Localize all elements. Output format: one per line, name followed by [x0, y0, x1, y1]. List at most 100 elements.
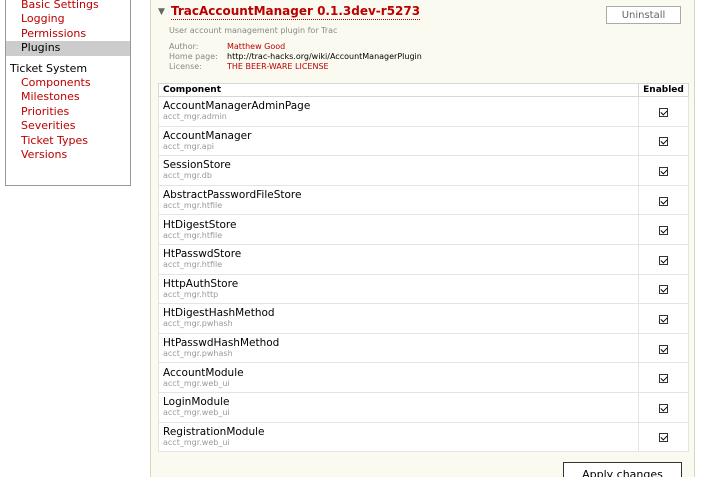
homepage-link[interactable]: http://trac-hacks.org/wiki/AccountManage… — [227, 52, 422, 61]
sidebar-item-basic-settings[interactable]: Basic Settings — [6, 0, 130, 12]
enabled-cell — [638, 332, 689, 364]
enabled-checkbox[interactable] — [659, 226, 668, 236]
enabled-checkbox[interactable] — [659, 314, 668, 324]
component-name: AccountManager — [163, 129, 252, 142]
enabled-cell — [638, 273, 689, 305]
table-row: LoginModule acct_mgr.web_ui — [158, 391, 689, 423]
table-row: HtPasswdStore acct_mgr.htfile — [158, 243, 689, 275]
enabled-checkbox[interactable] — [659, 107, 668, 117]
plugin-description: User account management plugin for Trac — [169, 26, 338, 35]
enabled-column-header: Enabled — [638, 83, 689, 97]
component-table: Component Enabled AccountManagerAdminPag… — [158, 83, 689, 453]
ticket-system-heading: Ticket System — [10, 61, 88, 75]
component-name: SessionStore — [163, 159, 231, 172]
component-cell: AbstractPasswordFileStore acct_mgr.htfile — [158, 184, 639, 216]
enabled-cell — [638, 125, 689, 157]
license-label: License: — [169, 61, 202, 71]
sidebar-item-permissions[interactable]: Permissions — [6, 27, 130, 41]
table-header-row: Component Enabled — [158, 83, 689, 97]
enabled-checkbox[interactable] — [659, 344, 668, 354]
component-name: HtPasswdStore — [163, 248, 242, 261]
enabled-cell — [638, 421, 689, 453]
sidebar-item-components[interactable]: Components — [6, 76, 130, 90]
general-settings-list: Basic Settings Logging Permissions Plugins — [6, 0, 130, 56]
component-name: RegistrationModule — [163, 425, 265, 438]
component-cell: LoginModule acct_mgr.web_ui — [158, 391, 639, 423]
component-module: acct_mgr.web_ui — [163, 408, 230, 418]
table-row: RegistrationModule acct_mgr.web_ui — [158, 421, 689, 453]
component-name: AccountModule — [163, 366, 244, 379]
enabled-checkbox[interactable] — [659, 285, 668, 295]
component-cell: HtDigestStore acct_mgr.htfile — [158, 214, 639, 245]
component-cell: AccountManagerAdminPage acct_mgr.admin — [158, 96, 639, 127]
enabled-cell — [638, 96, 689, 127]
enabled-cell — [638, 243, 689, 275]
component-module: acct_mgr.api — [163, 141, 215, 151]
table-row: HttpAuthStore acct_mgr.http — [158, 273, 689, 305]
component-module: acct_mgr.htfile — [163, 230, 223, 240]
enabled-checkbox[interactable] — [659, 196, 668, 206]
enabled-cell — [638, 155, 689, 186]
component-module: acct_mgr.pwhash — [163, 349, 233, 359]
sidebar-item-versions[interactable]: Versions — [6, 148, 130, 162]
table-row: HtDigestStore acct_mgr.htfile — [158, 214, 689, 245]
component-cell: AccountManager acct_mgr.api — [158, 125, 639, 157]
table-row: SessionStore acct_mgr.db — [158, 155, 689, 186]
collapse-arrow-icon[interactable]: ▼ — [158, 7, 165, 17]
table-row: AccountManagerAdminPage acct_mgr.admin — [158, 96, 689, 127]
component-column-header: Component — [158, 83, 639, 97]
component-name: HtDigestStore — [163, 218, 237, 231]
sidebar-item-ticket-types[interactable]: Ticket Types — [6, 134, 130, 148]
component-name: HttpAuthStore — [163, 277, 239, 290]
component-rows: AccountManagerAdminPage acct_mgr.admin Acc… — [158, 96, 689, 453]
component-module: acct_mgr.db — [163, 171, 212, 181]
component-cell: HtPasswdStore acct_mgr.htfile — [158, 243, 639, 275]
license-row: License: THE BEER-WARE LICENSE — [169, 62, 422, 72]
enabled-cell — [638, 391, 689, 423]
table-row: AccountManager acct_mgr.api — [158, 125, 689, 157]
sidebar-item-priorities[interactable]: Priorities — [6, 105, 130, 119]
component-cell: HtDigestHashMethod acct_mgr.pwhash — [158, 303, 639, 334]
author-row: Author: Matthew Good — [169, 42, 422, 52]
enabled-checkbox[interactable] — [659, 255, 668, 265]
sidebar-item-severities[interactable]: Severities — [6, 119, 130, 133]
enabled-cell — [638, 184, 689, 216]
license-value: THE BEER-WARE LICENSE — [227, 61, 329, 71]
component-cell: HtPasswdHashMethod acct_mgr.pwhash — [158, 332, 639, 364]
table-row: AbstractPasswordFileStore acct_mgr.htfile — [158, 184, 689, 216]
enabled-cell — [638, 303, 689, 334]
homepage-label: Home page: — [169, 51, 218, 61]
sidebar-item-milestones[interactable]: Milestones — [6, 90, 130, 104]
component-cell: AccountModule acct_mgr.web_ui — [158, 362, 639, 393]
enabled-checkbox[interactable] — [659, 433, 668, 443]
table-row: AccountModule acct_mgr.web_ui — [158, 362, 689, 393]
component-module: acct_mgr.http — [163, 289, 219, 299]
component-module: acct_mgr.pwhash — [163, 319, 233, 329]
component-module: acct_mgr.admin — [163, 112, 227, 122]
admin-sidebar: Basic Settings Logging Permissions Plugins … — [5, 0, 131, 186]
apply-changes-button[interactable]: Apply changes — [563, 462, 682, 477]
component-module: acct_mgr.htfile — [163, 201, 223, 211]
uninstall-button[interactable]: Uninstall — [606, 6, 681, 24]
enabled-checkbox[interactable] — [659, 403, 668, 413]
sidebar-item-logging[interactable]: Logging — [6, 12, 130, 26]
author-link[interactable]: Matthew Good — [227, 42, 285, 51]
enabled-cell — [638, 214, 689, 245]
enabled-checkbox[interactable] — [659, 166, 668, 176]
component-module: acct_mgr.htfile — [163, 260, 223, 270]
author-label: Author: — [169, 42, 199, 51]
plugin-panel: ▼ TracAccountManager 0.1.3dev-r5273 Unin… — [150, 0, 695, 477]
component-module: acct_mgr.web_ui — [163, 378, 230, 388]
component-cell: RegistrationModule acct_mgr.web_ui — [158, 421, 639, 453]
component-name: HtPasswdHashMethod — [163, 337, 280, 350]
component-name: AbstractPasswordFileStore — [163, 189, 302, 202]
table-row: HtDigestHashMethod acct_mgr.pwhash — [158, 303, 689, 334]
homepage-row: Home page: http://trac-hacks.org/wiki/Acc… — [169, 52, 422, 62]
component-name: HtDigestHashMethod — [163, 307, 275, 320]
table-row: HtPasswdHashMethod acct_mgr.pwhash — [158, 332, 689, 364]
enabled-checkbox[interactable] — [659, 137, 668, 147]
enabled-checkbox[interactable] — [659, 374, 668, 384]
sidebar-item-plugins[interactable]: Plugins — [6, 41, 130, 56]
component-name: AccountManagerAdminPage — [163, 100, 311, 113]
plugin-title[interactable]: TracAccountManager 0.1.3dev-r5273 — [171, 4, 421, 20]
